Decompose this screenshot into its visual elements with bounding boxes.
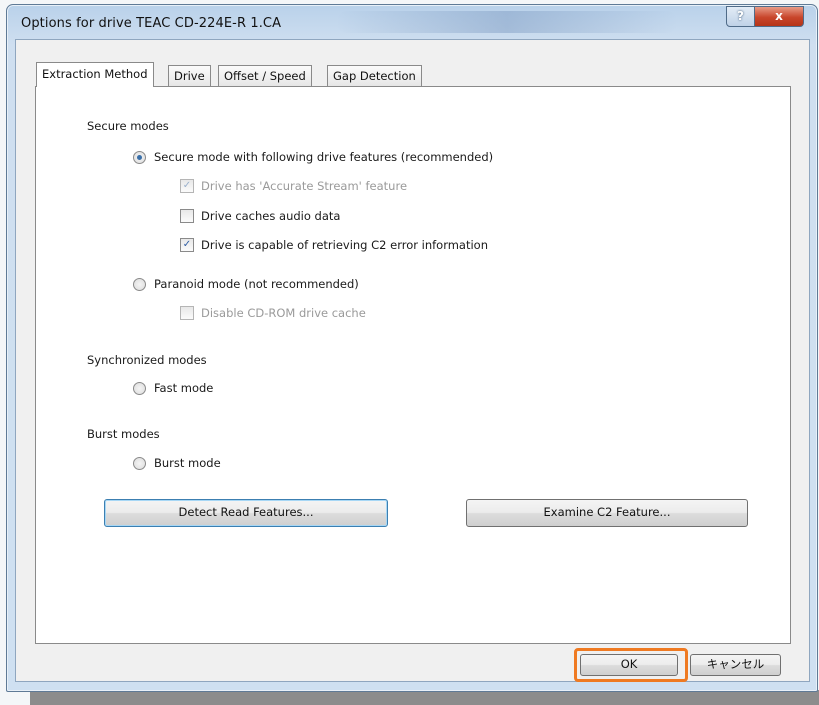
tab-gap-detection[interactable]: Gap Detection [327, 65, 422, 86]
check-icon: ✓ [180, 238, 194, 252]
secure-mode-label: Secure mode with following drive feature… [154, 150, 494, 164]
burst-mode-label: Burst mode [154, 456, 221, 470]
accurate-stream-label: Drive has 'Accurate Stream' feature [201, 179, 408, 193]
window-title: Options for drive TEAC CD-224E-R 1.CA [21, 16, 282, 31]
caches-audio-label: Drive caches audio data [201, 209, 341, 223]
radio-empty-icon [133, 278, 146, 291]
close-button[interactable]: x [754, 6, 804, 27]
tab-extraction-method[interactable]: Extraction Method [36, 62, 154, 87]
secure-modes-label: Secure modes [87, 119, 169, 133]
checkbox-empty-icon [180, 306, 194, 320]
ok-highlight-frame [574, 648, 688, 682]
examine-c2-feature-button[interactable]: Examine C2 Feature... [466, 499, 748, 527]
c2-error-label: Drive is capable of retrieving C2 error … [201, 238, 489, 252]
checkbox-empty-icon [180, 209, 194, 223]
window-drop-shadow [30, 690, 819, 705]
dialog-client-area: Extraction Method Drive Offset / Speed G… [15, 39, 810, 682]
check-icon: ✓ [180, 179, 194, 193]
paranoid-mode-label: Paranoid mode (not recommended) [154, 277, 359, 291]
radio-empty-icon [133, 457, 146, 470]
disable-cache-label: Disable CD-ROM drive cache [201, 306, 366, 320]
synchronized-modes-label: Synchronized modes [87, 353, 207, 367]
extraction-method-panel: Secure modes Secure mode with following … [35, 86, 791, 644]
detect-read-features-button[interactable]: Detect Read Features... [104, 499, 388, 527]
tab-offset-speed[interactable]: Offset / Speed [218, 65, 312, 86]
radio-selected-icon [133, 151, 146, 164]
radio-empty-icon [133, 382, 146, 395]
options-dialog: Options for drive TEAC CD-224E-R 1.CA ? … [6, 4, 818, 692]
title-bar[interactable]: Options for drive TEAC CD-224E-R 1.CA ? … [7, 5, 817, 41]
cancel-button[interactable]: キャンセル [690, 654, 781, 676]
tab-drive[interactable]: Drive [168, 65, 211, 86]
burst-modes-label: Burst modes [87, 427, 160, 441]
title-glare [337, 11, 677, 33]
fast-mode-label: Fast mode [154, 381, 214, 395]
help-button[interactable]: ? [726, 6, 755, 27]
